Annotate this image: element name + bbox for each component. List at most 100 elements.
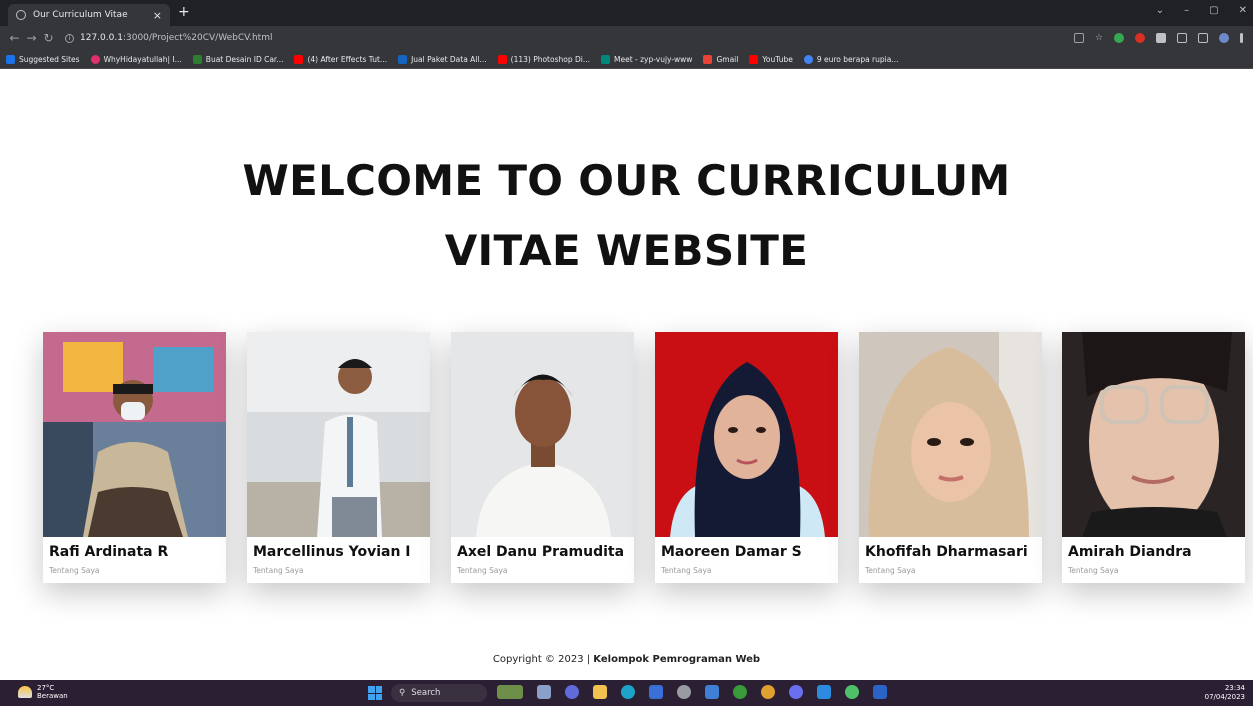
bookmark-item[interactable]: Gmail bbox=[703, 54, 738, 64]
system-clock[interactable]: 23:34 07/04/2023 bbox=[1205, 684, 1245, 702]
taskbar-search[interactable]: ⚲ Search bbox=[391, 684, 487, 702]
browser-tab[interactable]: Our Curriculum Vitae × bbox=[8, 4, 170, 26]
whatsapp-icon[interactable] bbox=[845, 685, 859, 699]
vscode-icon[interactable] bbox=[817, 685, 831, 699]
puzzle-icon[interactable] bbox=[1156, 33, 1166, 43]
taskbar: 27°C Berawan ⚲ Search 23:34 07/04/2023 bbox=[0, 680, 1253, 706]
tab-search-icon[interactable]: ⌄ bbox=[1156, 5, 1164, 16]
member-name: Khofifah Dharmasari bbox=[865, 544, 1028, 560]
member-about-link[interactable]: Tentang Saya bbox=[661, 566, 712, 575]
reading-list-icon[interactable] bbox=[1177, 33, 1187, 43]
footer-group-name: Kelompok Pemrograman Web bbox=[593, 654, 761, 665]
chat-icon[interactable] bbox=[565, 685, 579, 699]
app-icon[interactable] bbox=[677, 685, 691, 699]
member-name: Marcellinus Yovian I bbox=[253, 544, 411, 560]
member-card[interactable]: Marcellinus Yovian I Tentang Saya bbox=[247, 332, 430, 583]
member-about-link[interactable]: Tentang Saya bbox=[1068, 566, 1119, 575]
url-path: :3000/Project%20CV/WebCV.html bbox=[122, 33, 273, 43]
extension-icon[interactable] bbox=[1114, 33, 1124, 43]
bookmark-icon bbox=[6, 54, 15, 64]
task-view-icon[interactable] bbox=[537, 685, 551, 699]
bookmark-item[interactable]: Buat Desain ID Car... bbox=[192, 54, 283, 64]
bookmark-item[interactable]: Jual Paket Data All... bbox=[398, 54, 487, 64]
avatar[interactable] bbox=[1219, 33, 1229, 43]
bookmark-item[interactable]: 9 euro berapa rupia... bbox=[803, 54, 898, 64]
extension-icon[interactable] bbox=[1135, 33, 1145, 43]
new-tab-button[interactable]: + bbox=[178, 4, 190, 20]
page-title: WELCOME TO OUR CURRICULUM VITAE WEBSITE bbox=[242, 156, 1011, 275]
site-info-icon[interactable]: i bbox=[65, 33, 74, 43]
weather-widget[interactable]: 27°C Berawan bbox=[18, 684, 68, 700]
star-icon[interactable]: ☆ bbox=[1095, 33, 1103, 43]
globe-icon bbox=[16, 10, 26, 20]
url-input[interactable]: i 127.0.0.1 :3000/Project%20CV/WebCV.htm… bbox=[65, 29, 1074, 47]
member-about-link[interactable]: Tentang Saya bbox=[253, 566, 304, 575]
youtube-icon bbox=[497, 54, 507, 64]
tab-title: Our Curriculum Vitae bbox=[33, 10, 128, 20]
app-icon[interactable] bbox=[705, 685, 719, 699]
member-card[interactable]: Rafi Ardinata R Tentang Saya bbox=[43, 332, 226, 583]
weather-condition: Berawan bbox=[37, 692, 68, 700]
member-card[interactable]: Axel Danu Pramudita Tentang Saya bbox=[451, 332, 634, 583]
member-photo bbox=[859, 332, 1042, 537]
bookmark-item[interactable]: Meet - zyp-vujy-www bbox=[601, 54, 692, 64]
extension-toolbar: ☆ bbox=[1073, 33, 1243, 43]
forward-arrow-icon[interactable]: → bbox=[23, 31, 40, 45]
gmail-icon bbox=[703, 54, 713, 64]
search-icon: ⚲ bbox=[399, 688, 406, 698]
member-name: Maoreen Damar S bbox=[661, 544, 802, 560]
address-bar: ← → ↻ i 127.0.0.1 :3000/Project%20CV/Web… bbox=[0, 26, 1253, 50]
bookmark-icon bbox=[398, 54, 408, 64]
clock-date: 07/04/2023 bbox=[1204, 693, 1245, 701]
bookmark-item[interactable]: (4) After Effects Tut... bbox=[294, 54, 387, 64]
taskbar-apps bbox=[497, 685, 887, 699]
edge-icon[interactable] bbox=[621, 685, 635, 699]
copyright-text: Copyright © 2023 | bbox=[492, 654, 594, 665]
menu-icon[interactable] bbox=[1240, 33, 1243, 43]
xbox-icon[interactable] bbox=[733, 685, 747, 699]
bookmark-item[interactable]: (113) Photoshop Di... bbox=[497, 54, 590, 64]
url-host: 127.0.0.1 bbox=[80, 33, 123, 43]
member-about-link[interactable]: Tentang Saya bbox=[49, 566, 100, 575]
member-name: Axel Danu Pramudita bbox=[457, 544, 625, 560]
member-card-list: Rafi Ardinata R Tentang Saya Marcellinus… bbox=[43, 332, 1253, 583]
file-explorer-icon[interactable] bbox=[593, 685, 607, 699]
cloudy-sun-icon bbox=[18, 686, 32, 698]
member-photo bbox=[1062, 332, 1245, 537]
minimize-button[interactable]: – bbox=[1184, 5, 1189, 16]
browser-tab-bar: Our Curriculum Vitae × + ⌄ – ▢ ✕ bbox=[0, 0, 1253, 26]
share-icon[interactable] bbox=[1073, 33, 1084, 43]
member-card[interactable]: Maoreen Damar S Tentang Saya bbox=[655, 332, 838, 583]
clock-time: 23:34 bbox=[1224, 684, 1245, 692]
widgets-icon[interactable] bbox=[497, 685, 523, 699]
bookmark-item[interactable]: Suggested Sites bbox=[6, 54, 80, 64]
instagram-icon bbox=[90, 54, 100, 64]
tab-close-button[interactable]: × bbox=[153, 9, 162, 22]
bookmark-item[interactable]: WhyHidayatullah| I... bbox=[90, 54, 182, 64]
meet-icon bbox=[601, 54, 610, 64]
member-name: Amirah Diandra bbox=[1068, 544, 1192, 560]
maximize-button[interactable]: ▢ bbox=[1209, 5, 1218, 16]
bookmark-item[interactable]: YouTube bbox=[749, 54, 793, 64]
youtube-icon bbox=[749, 54, 759, 64]
youtube-icon bbox=[294, 54, 304, 64]
google-icon bbox=[803, 54, 813, 64]
discord-icon[interactable] bbox=[789, 685, 803, 699]
page-footer: Copyright © 2023 | Kelompok Pemrograman … bbox=[0, 654, 1253, 665]
window-controls: ⌄ – ▢ ✕ bbox=[1156, 5, 1247, 16]
word-icon[interactable] bbox=[873, 685, 887, 699]
member-photo bbox=[247, 332, 430, 537]
back-arrow-icon[interactable]: ← bbox=[6, 31, 23, 45]
member-card[interactable]: Khofifah Dharmasari Tentang Saya bbox=[859, 332, 1042, 583]
member-photo bbox=[451, 332, 634, 537]
close-window-button[interactable]: ✕ bbox=[1239, 5, 1247, 16]
store-icon[interactable] bbox=[649, 685, 663, 699]
member-card[interactable]: Amirah Diandra Tentang Saya bbox=[1062, 332, 1245, 583]
reload-icon[interactable]: ↻ bbox=[40, 31, 57, 45]
windows-start-icon[interactable] bbox=[368, 686, 382, 700]
member-about-link[interactable]: Tentang Saya bbox=[457, 566, 508, 575]
chrome-icon[interactable] bbox=[761, 685, 775, 699]
member-about-link[interactable]: Tentang Saya bbox=[865, 566, 916, 575]
web-page: WELCOME TO OUR CURRICULUM VITAE WEBSITE bbox=[0, 70, 1253, 680]
side-panel-icon[interactable] bbox=[1198, 33, 1208, 43]
